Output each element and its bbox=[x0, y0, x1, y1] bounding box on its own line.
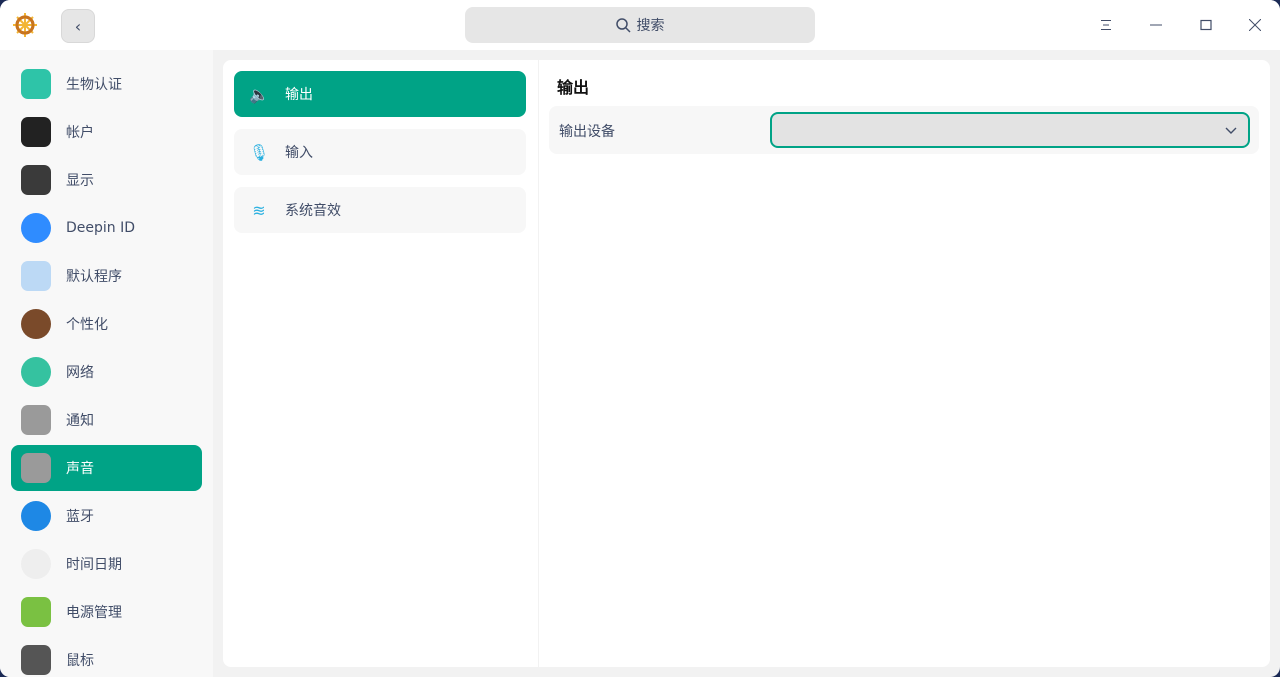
sidebar-item-0[interactable]: 生物认证 bbox=[11, 61, 202, 107]
cloud-icon bbox=[21, 213, 51, 243]
sidebar-item-label: 鼠标 bbox=[66, 650, 94, 670]
display-icon bbox=[21, 165, 51, 195]
battery-icon bbox=[21, 597, 51, 627]
back-button[interactable]: ‹ bbox=[61, 9, 95, 43]
account-icon bbox=[21, 117, 51, 147]
sidebar-item-label: 个性化 bbox=[66, 314, 108, 334]
sidebar-item-label: 显示 bbox=[66, 170, 94, 190]
sidebar-item-7[interactable]: 通知 bbox=[11, 397, 202, 443]
maximize-icon bbox=[1200, 19, 1212, 31]
submenu-item-2[interactable]: ≋ 系统音效 bbox=[234, 187, 526, 233]
sidebar-item-4[interactable]: 默认程序 bbox=[11, 253, 202, 299]
sound-effects-icon: ≋ bbox=[248, 201, 270, 220]
network-icon bbox=[21, 357, 51, 387]
close-icon bbox=[1249, 19, 1261, 31]
sidebar-item-label: 生物认证 bbox=[66, 74, 122, 94]
sidebar-item-label: 帐户 bbox=[66, 122, 94, 142]
sound-submenu: 🔈 输出 🎙 输入 ≋ 系统音效 bbox=[223, 60, 538, 667]
close-button[interactable] bbox=[1240, 10, 1270, 40]
output-device-label: 输出设备 bbox=[559, 121, 615, 141]
submenu-item-1[interactable]: 🎙 输入 bbox=[234, 129, 526, 175]
sidebar-item-1[interactable]: 帐户 bbox=[11, 109, 202, 155]
default-apps-icon bbox=[21, 261, 51, 291]
submenu-item-label: 输入 bbox=[285, 142, 313, 162]
titlebar: ‹ 搜索 bbox=[0, 0, 1280, 50]
menu-button[interactable] bbox=[1091, 10, 1121, 40]
sidebar-item-5[interactable]: 个性化 bbox=[11, 301, 202, 347]
output-device-row: 输出设备 bbox=[549, 106, 1259, 154]
search-input[interactable]: 搜索 bbox=[465, 7, 815, 43]
sidebar: 生物认证帐户显示 Deepin ID 默认程序个性化网络通知声音蓝牙时间日期电源管理… bbox=[0, 50, 213, 677]
output-panel: 输出 输出设备 bbox=[539, 60, 1270, 667]
speaker-icon bbox=[21, 453, 51, 483]
sidebar-item-11[interactable]: 电源管理 bbox=[11, 589, 202, 635]
sidebar-item-10[interactable]: 时间日期 bbox=[11, 541, 202, 587]
bell-icon bbox=[21, 405, 51, 435]
speaker-output-icon: 🔈 bbox=[248, 85, 270, 104]
sidebar-item-label: 网络 bbox=[66, 362, 94, 382]
search-icon bbox=[616, 18, 631, 33]
sidebar-item-label: Deepin ID bbox=[66, 220, 135, 236]
sidebar-item-3[interactable]: Deepin ID bbox=[11, 205, 202, 251]
mouse-icon bbox=[21, 645, 51, 675]
sidebar-item-label: 通知 bbox=[66, 410, 94, 430]
microphone-icon: 🎙 bbox=[248, 143, 270, 162]
sidebar-item-label: 蓝牙 bbox=[66, 506, 94, 526]
bluetooth-icon bbox=[21, 501, 51, 531]
fingerprint-icon bbox=[21, 69, 51, 99]
sidebar-item-8[interactable]: 声音 bbox=[11, 445, 202, 491]
app-logo-icon bbox=[12, 12, 38, 38]
submenu-item-label: 系统音效 bbox=[285, 200, 341, 220]
personalization-icon bbox=[21, 309, 51, 339]
chevron-down-icon bbox=[1224, 124, 1238, 138]
minimize-button[interactable] bbox=[1141, 10, 1171, 40]
sidebar-item-12[interactable]: 鼠标 bbox=[11, 637, 202, 677]
sidebar-item-label: 默认程序 bbox=[66, 266, 122, 286]
minimize-icon bbox=[1150, 19, 1162, 31]
sidebar-item-label: 声音 bbox=[66, 458, 94, 478]
clock-icon bbox=[21, 549, 51, 579]
sidebar-item-2[interactable]: 显示 bbox=[11, 157, 202, 203]
sidebar-item-label: 电源管理 bbox=[66, 602, 122, 622]
sidebar-item-9[interactable]: 蓝牙 bbox=[11, 493, 202, 539]
sidebar-item-label: 时间日期 bbox=[66, 554, 122, 574]
search-placeholder: 搜索 bbox=[637, 15, 665, 35]
maximize-button[interactable] bbox=[1191, 10, 1221, 40]
section-title: 输出 bbox=[557, 74, 589, 98]
menu-icon bbox=[1100, 19, 1112, 31]
submenu-item-0[interactable]: 🔈 输出 bbox=[234, 71, 526, 117]
sidebar-item-6[interactable]: 网络 bbox=[11, 349, 202, 395]
control-center-window: ‹ 搜索 生物认证帐户显示 Deepin ID 默认程序个性化网络通知声音蓝牙时间日… bbox=[0, 0, 1280, 677]
submenu-item-label: 输出 bbox=[285, 84, 313, 104]
output-device-select[interactable] bbox=[770, 112, 1250, 148]
